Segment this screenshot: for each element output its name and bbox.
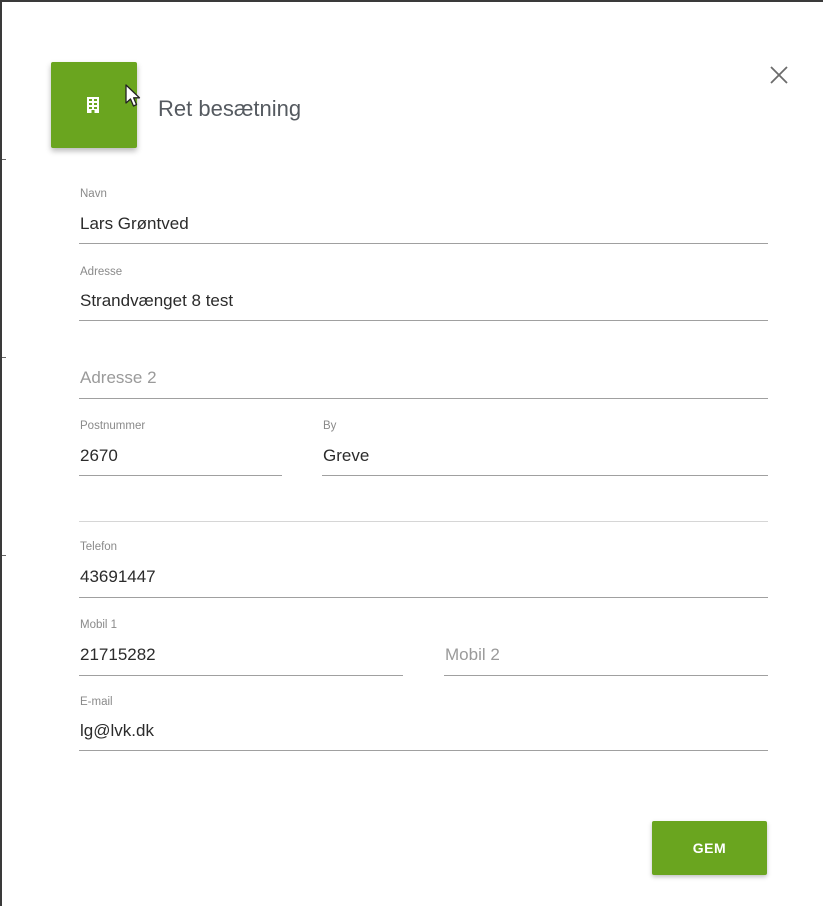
mobile1-field[interactable]: Mobil 1 21715282 bbox=[79, 619, 403, 676]
postal-code-value: 2670 bbox=[80, 446, 118, 465]
address2-field[interactable]: Adresse 2 bbox=[79, 342, 768, 399]
background-edge-mark bbox=[2, 357, 6, 358]
address-field[interactable]: Adresse Strandvænget 8 test bbox=[79, 266, 768, 321]
mobile2-field[interactable]: Mobil 2 bbox=[444, 619, 768, 676]
email-label: E-mail bbox=[80, 696, 113, 708]
phone-value: 43691447 bbox=[80, 567, 156, 586]
address2-placeholder: Adresse 2 bbox=[80, 368, 157, 387]
phone-label: Telefon bbox=[80, 541, 118, 553]
city-field[interactable]: By Greve bbox=[322, 420, 768, 476]
name-value: Lars Grøntved bbox=[80, 214, 189, 233]
city-value: Greve bbox=[323, 446, 370, 465]
dialog-title: Ret besætning bbox=[158, 96, 302, 121]
name-field[interactable]: Navn Lars Grøntved bbox=[79, 188, 768, 244]
postal-code-label: Postnummer bbox=[80, 420, 146, 432]
postal-code-field[interactable]: Postnummer 2670 bbox=[79, 420, 282, 476]
phone-field[interactable]: Telefon 43691447 bbox=[79, 541, 768, 598]
name-label: Navn bbox=[80, 188, 107, 200]
dialog: Ret besætning Navn Lars Grøntved Adresse… bbox=[0, 0, 823, 906]
mobile1-label: Mobil 1 bbox=[80, 619, 118, 631]
mobile1-value: 21715282 bbox=[80, 645, 156, 664]
save-button[interactable]: GEM bbox=[652, 821, 767, 875]
close-button[interactable] bbox=[766, 62, 792, 88]
background-edge-mark bbox=[2, 555, 6, 556]
section-divider bbox=[79, 521, 768, 522]
background-edge-mark bbox=[2, 159, 6, 160]
email-field[interactable]: E-mail lg@lvk.dk bbox=[79, 696, 768, 751]
city-label: By bbox=[323, 420, 337, 432]
email-value: lg@lvk.dk bbox=[80, 721, 154, 740]
building-icon bbox=[87, 97, 99, 113]
mouse-cursor-icon bbox=[125, 84, 141, 107]
mobile2-placeholder: Mobil 2 bbox=[445, 645, 500, 664]
close-icon bbox=[770, 66, 788, 84]
address-label: Adresse bbox=[80, 266, 123, 278]
address-value: Strandvænget 8 test bbox=[80, 291, 234, 310]
